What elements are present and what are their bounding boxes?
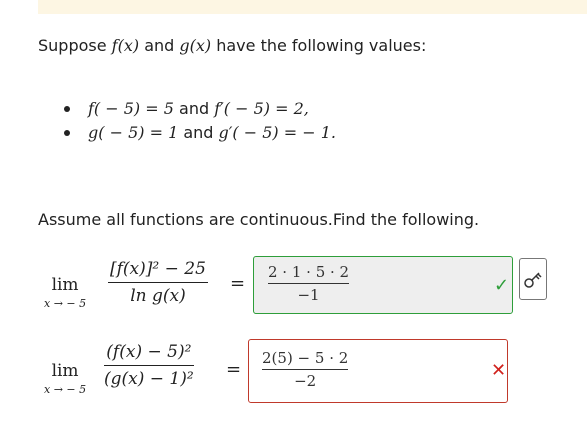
answer-denominator: −2 xyxy=(294,372,317,390)
limit-expression-2: (f(x) − 5)² (g(x) − 1)² xyxy=(104,342,194,389)
instructions-text: Assume all functions are continuous.Find… xyxy=(38,210,480,229)
fraction-bar xyxy=(108,282,208,283)
answer-fraction-bar xyxy=(268,283,350,284)
given-value-g: g( − 5) = 1 and g′( − 5) = − 1. xyxy=(60,121,336,145)
g-value: g( − 5) = 1 xyxy=(88,123,179,142)
and-text: and xyxy=(173,99,215,118)
and-text: and xyxy=(178,123,219,142)
f-expression: f(x) xyxy=(111,36,140,55)
answer-field-1[interactable]: 2 · 1 · 5 · 2 −1 xyxy=(253,256,513,314)
limit-operator-2: lim x → − 5 xyxy=(44,361,86,396)
g-prime-value: g′( − 5) = − 1. xyxy=(218,123,336,142)
given-value-f: f( − 5) = 5 and f′( − 5) = 2, xyxy=(60,97,336,121)
expression-denominator: (g(x) − 1)² xyxy=(104,369,194,389)
equals-sign: = xyxy=(226,359,242,380)
intro-and: and xyxy=(139,36,180,55)
bullet-icon xyxy=(64,106,70,112)
cross-icon: ✕ xyxy=(491,360,507,381)
answer-fraction-2: 2(5) − 5 · 2 −2 xyxy=(262,349,349,390)
bullet-icon xyxy=(64,130,70,136)
check-icon: ✓ xyxy=(494,275,510,296)
answer-denominator: −1 xyxy=(297,286,320,304)
lim-word: lim xyxy=(51,275,79,295)
g-expression: g(x) xyxy=(179,36,212,55)
intro-prefix: Suppose xyxy=(38,36,112,55)
intro-suffix: have the following values: xyxy=(211,36,427,55)
expression-numerator: [f(x)]² − 25 xyxy=(110,259,206,279)
fraction-bar xyxy=(104,365,194,366)
answer-field-2[interactable]: 2(5) − 5 · 2 −2 xyxy=(248,339,508,403)
lim-subscript: x → − 5 xyxy=(44,297,87,310)
top-banner xyxy=(38,0,587,14)
limit-expression-1: [f(x)]² − 25 ln g(x) xyxy=(108,259,208,306)
expression-denominator: ln g(x) xyxy=(130,286,186,306)
f-prime-value: f′( − 5) = 2, xyxy=(214,99,309,118)
answer-numerator: 2 · 1 · 5 · 2 xyxy=(268,263,350,281)
lim-subscript: x → − 5 xyxy=(44,383,87,396)
answer-fraction-bar xyxy=(262,369,349,370)
intro-text: Suppose f(x) and g(x) have the following… xyxy=(38,36,426,55)
equals-sign: = xyxy=(230,273,246,294)
lim-word: lim xyxy=(51,361,79,381)
f-value: f( − 5) = 5 xyxy=(88,99,174,118)
expression-numerator: (f(x) − 5)² xyxy=(106,342,192,362)
answer-fraction-1: 2 · 1 · 5 · 2 −1 xyxy=(268,263,350,304)
limit-operator-1: lim x → − 5 xyxy=(44,275,86,310)
answer-numerator: 2(5) − 5 · 2 xyxy=(262,349,349,367)
key-icon xyxy=(524,272,542,288)
answer-key-button[interactable] xyxy=(519,258,547,300)
given-values-list: f( − 5) = 5 and f′( − 5) = 2, g( − 5) = … xyxy=(60,97,336,145)
